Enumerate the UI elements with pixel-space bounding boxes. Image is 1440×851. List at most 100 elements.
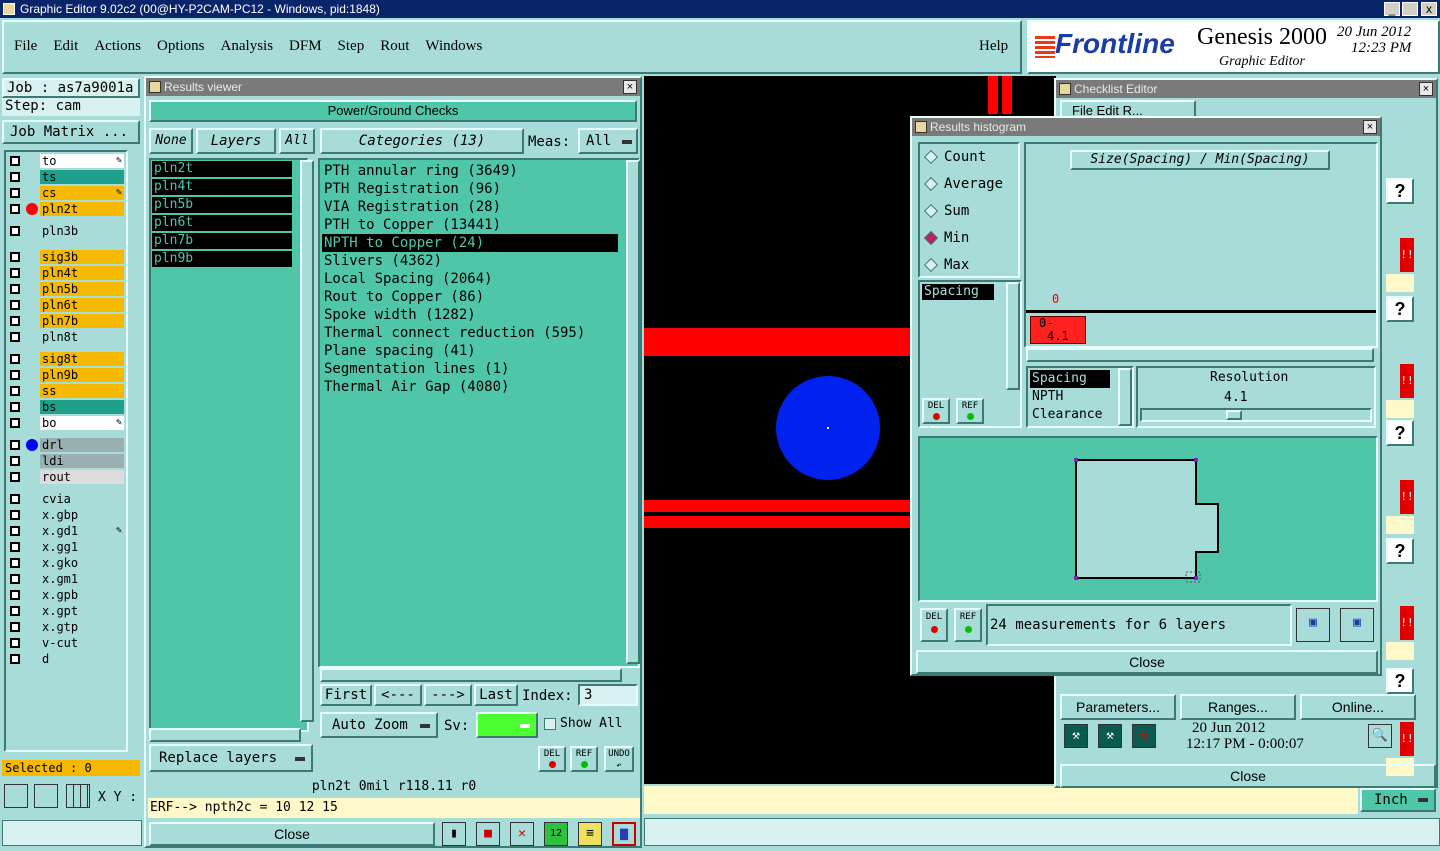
alert-badge[interactable]: !! (1400, 722, 1414, 756)
index-input[interactable]: 3 (578, 684, 638, 706)
layer-row-d[interactable]: d (6, 652, 124, 666)
layer-row-ldi[interactable]: ldi (6, 454, 124, 468)
category-item[interactable]: PTH Registration (96) (322, 180, 618, 198)
online-button[interactable]: Online... (1300, 694, 1416, 720)
layer-checkbox[interactable] (10, 172, 20, 182)
all-button[interactable]: All (279, 128, 315, 154)
category-scrollbar[interactable] (626, 160, 640, 664)
layer-checkbox[interactable] (10, 590, 20, 600)
alert-badge[interactable]: !! (1400, 480, 1414, 514)
layer-row-drl[interactable]: drl (6, 438, 124, 452)
measure-scrollbar[interactable] (1118, 368, 1132, 426)
category-item[interactable]: Slivers (4362) (322, 252, 618, 270)
info-button[interactable]: ? (1386, 420, 1414, 446)
shape-preview[interactable] (918, 436, 1378, 602)
layer-checkbox[interactable] (10, 332, 20, 342)
last-button[interactable]: Last (474, 684, 518, 706)
menu-options[interactable]: Options (157, 38, 205, 55)
category-item[interactable]: PTH to Copper (13441) (322, 216, 618, 234)
minimize-button[interactable]: _ (1384, 2, 1400, 16)
menu-file[interactable]: File (14, 38, 37, 55)
histogram-close-button[interactable]: Close (916, 650, 1378, 674)
menu-help[interactable]: Help (979, 38, 1008, 55)
menu-actions[interactable]: Actions (94, 38, 141, 55)
category-item[interactable]: Thermal connect reduction (595) (322, 324, 618, 342)
result-layer-item[interactable]: pln6t (152, 215, 292, 231)
category-item[interactable]: Rout to Copper (86) (322, 288, 618, 306)
layer-row-pln7b[interactable]: pln7b (6, 314, 124, 328)
category-item[interactable]: Plane spacing (41) (322, 342, 618, 360)
undo-button[interactable]: UNDO ↶ (604, 746, 634, 772)
layer-checkbox[interactable] (10, 268, 20, 278)
histogram-icon[interactable]: ▆ (612, 822, 636, 846)
auto-zoom-dropdown[interactable]: Auto Zoom (320, 712, 438, 738)
layer-checkbox[interactable] (10, 472, 20, 482)
layer-row-ts[interactable]: ts (6, 170, 124, 184)
resolution-slider[interactable] (1140, 408, 1372, 422)
layers-button[interactable]: Layers (196, 128, 276, 154)
menu-edit[interactable]: Edit (53, 38, 78, 55)
layer-checkbox[interactable] (10, 354, 20, 364)
report-icon[interactable]: ■ (476, 822, 500, 846)
ref-off-icon[interactable]: ✕ (510, 822, 534, 846)
menu-step[interactable]: Step (338, 38, 365, 55)
hist-ref-button-top[interactable]: REF (956, 398, 984, 424)
category-item[interactable]: PTH annular ring (3649) (322, 162, 618, 180)
layer-row-sig8t[interactable]: sig8t (6, 352, 124, 366)
layer-checkbox[interactable] (10, 300, 20, 310)
meas-dropdown[interactable]: All (578, 128, 638, 154)
radio-average[interactable]: Average (922, 173, 1018, 200)
menu-analysis[interactable]: Analysis (221, 38, 274, 55)
layer-checkbox[interactable] (10, 204, 20, 214)
layer-row-v-cut[interactable]: v-cut (6, 636, 124, 650)
layer-row-pln2t[interactable]: pln2t (6, 202, 124, 216)
radio-min[interactable]: Min (922, 227, 1018, 254)
measure-item[interactable]: Spacing (1030, 370, 1110, 388)
first-button[interactable]: First (320, 684, 372, 706)
layer-checkbox[interactable] (10, 558, 20, 568)
maximize-button[interactable] (1402, 2, 1418, 16)
layer-checkbox[interactable] (10, 494, 20, 504)
layer-row-ss[interactable]: ss (6, 384, 124, 398)
results-viewer-close-icon[interactable]: × (623, 80, 637, 94)
category-item[interactable]: Segmentation lines (1) (322, 360, 618, 378)
none-button[interactable]: None (149, 128, 193, 154)
notes-icon[interactable]: ≡ (578, 822, 602, 846)
category-item[interactable]: NPTH to Copper (24) (322, 234, 618, 252)
layer-row-x.gpt[interactable]: x.gpt (6, 604, 124, 618)
del-button[interactable]: DEL (538, 746, 566, 772)
layer-checkbox[interactable] (10, 606, 20, 616)
layer-checkbox[interactable] (10, 456, 20, 466)
layer-checkbox[interactable] (10, 510, 20, 520)
layer-row-x.gbp[interactable]: x.gbp (6, 508, 124, 522)
next-button[interactable]: ---> (424, 684, 472, 706)
zoom-icon[interactable]: 🔍 (1368, 724, 1392, 748)
chart-hscrollbar[interactable] (1026, 348, 1374, 362)
category-item[interactable]: Spoke width (1282) (322, 306, 618, 324)
numbering-icon[interactable]: 12 (544, 822, 568, 846)
layer-checkbox[interactable] (10, 622, 20, 632)
prev-button[interactable]: <--- (374, 684, 422, 706)
checklist-close-button[interactable]: Close (1060, 764, 1436, 788)
zoom-area-icon[interactable] (34, 784, 58, 808)
attribute-scrollbar[interactable] (1006, 282, 1020, 390)
category-hscrollbar[interactable] (320, 668, 622, 682)
export-chart-icon[interactable]: ▣ (1296, 608, 1330, 642)
layer-checkbox[interactable] (10, 402, 20, 412)
layer-list-scrollbar[interactable] (300, 160, 314, 722)
layer-row-pln3b[interactable]: pln3b (6, 224, 124, 238)
layer-checkbox[interactable] (10, 418, 20, 428)
layer-list-hscrollbar[interactable] (149, 728, 301, 742)
run-selected-icon[interactable]: ⚒ (1132, 724, 1156, 748)
categories-button[interactable]: Categories (13) (320, 128, 524, 154)
layer-checkbox[interactable] (10, 188, 20, 198)
layer-row-bs[interactable]: bs (6, 400, 124, 414)
parameters-button[interactable]: Parameters... (1060, 694, 1176, 720)
sv-dropdown[interactable] (476, 712, 538, 738)
layer-row-x.gm1[interactable]: x.gm1 (6, 572, 124, 586)
import-chart-icon[interactable]: ▣ (1340, 608, 1374, 642)
layer-row-x.gg1[interactable]: x.gg1 (6, 540, 124, 554)
layer-row-pln8t[interactable]: pln8t (6, 330, 124, 344)
layer-row-cs[interactable]: cs ✎ (6, 186, 124, 200)
result-layer-item[interactable]: pln5b (152, 197, 292, 213)
